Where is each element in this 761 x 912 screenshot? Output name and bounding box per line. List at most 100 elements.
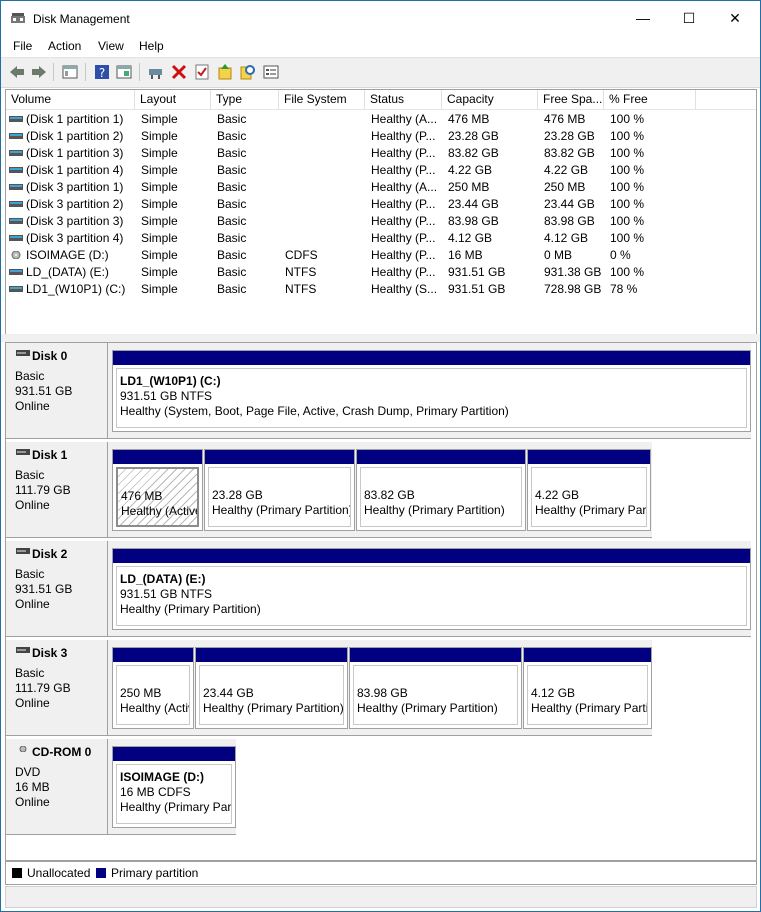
free-space-cell: 250 MB bbox=[544, 180, 586, 194]
settings-icon[interactable] bbox=[262, 63, 280, 81]
column-layout[interactable]: Layout bbox=[135, 90, 211, 109]
menu-help[interactable]: Help bbox=[139, 39, 164, 53]
disk-state: Online bbox=[15, 597, 50, 611]
properties-icon[interactable] bbox=[115, 63, 133, 81]
volume-row[interactable]: (Disk 3 partition 2) Simple Basic Healthy (… bbox=[6, 195, 756, 212]
column-status[interactable]: Status bbox=[365, 90, 442, 109]
forward-arrow-icon[interactable] bbox=[30, 63, 48, 81]
file-system-cell: NTFS bbox=[285, 265, 317, 279]
column-type[interactable]: Type bbox=[211, 90, 279, 109]
volume-row[interactable]: ISOIMAGE (D:) Simple Basic CDFS Healthy (P..… bbox=[6, 246, 756, 263]
partition-block[interactable]: LD_(DATA) (E:) 931.51 GB NTFS Healthy (Pri… bbox=[112, 548, 751, 630]
partition-type-bar bbox=[113, 351, 750, 365]
connect-icon[interactable] bbox=[147, 63, 165, 81]
volume-row[interactable]: (Disk 1 partition 3) Simple Basic Healthy (… bbox=[6, 144, 756, 161]
volume-row[interactable]: (Disk 1 partition 4) Simple Basic Healthy (… bbox=[6, 161, 756, 178]
disk-name: Disk 0 bbox=[32, 349, 68, 363]
disk-name: Disk 1 bbox=[32, 448, 68, 462]
file-system-cell bbox=[285, 145, 365, 161]
refresh-icon[interactable] bbox=[216, 63, 234, 81]
legend-label-primary: Primary partition bbox=[111, 866, 199, 880]
toolbar-separator bbox=[139, 63, 140, 81]
partition-type-bar bbox=[113, 747, 235, 761]
partition-block[interactable]: 4.22 GBHealthy (Primary Partition) bbox=[527, 449, 651, 531]
volume-row[interactable]: LD1_(W10P1) (C:) Simple Basic NTFS Healthy (… bbox=[6, 280, 756, 297]
layout-cell: Simple bbox=[141, 163, 178, 177]
partition-block[interactable]: 4.12 GBHealthy (Primary Partition) bbox=[523, 647, 652, 729]
partition-size: 4.12 GB bbox=[531, 686, 576, 700]
disk-label[interactable]: Disk 3 Basic 111.79 GB Online bbox=[6, 640, 108, 736]
volume-name: (Disk 1 partition 1) bbox=[26, 112, 124, 126]
volume-list[interactable]: Volume Layout Type File System Status Ca… bbox=[5, 89, 757, 335]
toolbar: ? bbox=[1, 57, 760, 88]
type-cell: Basic bbox=[217, 112, 247, 126]
partition-block[interactable]: LD1_(W10P1) (C:) 931.51 GB NTFS Healthy (S… bbox=[112, 350, 751, 432]
status-bar bbox=[5, 886, 757, 908]
free-space-cell: 476 MB bbox=[544, 112, 586, 126]
disk-label[interactable]: CD-ROM 0 DVD 16 MB Online bbox=[6, 739, 108, 835]
free-space-cell: 23.44 GB bbox=[544, 197, 595, 211]
title-bar[interactable]: Disk Management — ☐ ✕ bbox=[1, 1, 760, 36]
capacity-cell: 4.22 GB bbox=[448, 163, 493, 177]
partition-type-bar bbox=[524, 648, 651, 662]
volume-row[interactable]: (Disk 3 partition 1) Simple Basic Healthy (… bbox=[6, 178, 756, 195]
maximize-button[interactable]: ☐ bbox=[666, 1, 712, 36]
disk-label[interactable]: Disk 1 Basic 111.79 GB Online bbox=[6, 442, 108, 538]
partition-type-bar bbox=[113, 450, 202, 464]
back-arrow-icon[interactable] bbox=[8, 63, 26, 81]
column-percent-free[interactable]: % Free bbox=[604, 90, 696, 109]
minimize-button[interactable]: — bbox=[620, 1, 666, 36]
partition-content: 23.28 GB Healthy (Primary Partition) bbox=[208, 467, 351, 527]
console-tree-icon[interactable] bbox=[61, 63, 79, 81]
status-cell: Healthy (S... bbox=[371, 282, 438, 296]
volume-row[interactable]: LD_(DATA) (E:) Simple Basic NTFS Healthy (P.… bbox=[6, 263, 756, 280]
volume-row[interactable]: (Disk 3 partition 3) Simple Basic Healthy (… bbox=[6, 212, 756, 229]
free-space-cell: 4.22 GB bbox=[544, 163, 589, 177]
status-cell: Healthy (P... bbox=[371, 129, 436, 143]
partition-content: 83.98 GB Healthy (Primary Partition) bbox=[353, 665, 518, 725]
type-cell: Basic bbox=[217, 248, 247, 262]
column-file-system[interactable]: File System bbox=[279, 90, 365, 109]
layout-cell: Simple bbox=[141, 282, 178, 296]
partition-status: Healthy (Primary Partition) bbox=[212, 503, 351, 517]
partition-block[interactable]: 83.98 GB Healthy (Primary Partition) bbox=[349, 647, 522, 729]
volume-row[interactable]: (Disk 1 partition 1) Simple Basic Healthy (… bbox=[6, 110, 756, 127]
partition-block[interactable]: 250 MBHealthy (Active, Primary Partition… bbox=[112, 647, 194, 729]
volume-row[interactable]: (Disk 1 partition 2) Simple Basic Healthy (… bbox=[6, 127, 756, 144]
menu-file[interactable]: File bbox=[13, 39, 32, 53]
partition-block[interactable]: 23.28 GB Healthy (Primary Partition) bbox=[204, 449, 355, 531]
free-space-cell: 4.12 GB bbox=[544, 231, 589, 245]
file-system-cell bbox=[285, 196, 365, 212]
disk-name: CD-ROM 0 bbox=[32, 745, 92, 759]
help-icon[interactable]: ? bbox=[93, 63, 111, 81]
disk-label[interactable]: Disk 2 Basic 931.51 GB Online bbox=[6, 541, 108, 637]
disk-row: Disk 3 Basic 111.79 GB Online 250 MB Healthy … bbox=[6, 640, 756, 737]
menu-action[interactable]: Action bbox=[48, 39, 81, 53]
partition-block[interactable]: 23.44 GB Healthy (Primary Partition) bbox=[195, 647, 348, 729]
partition-size: 250 MB bbox=[120, 686, 162, 700]
column-capacity[interactable]: Capacity bbox=[442, 90, 538, 109]
disk-label[interactable]: Disk 0 Basic 931.51 GB Online bbox=[6, 343, 108, 439]
layout-cell: Simple bbox=[141, 231, 178, 245]
volume-row[interactable]: (Disk 3 partition 4) Simple Basic Healthy (… bbox=[6, 229, 756, 246]
column-volume[interactable]: Volume bbox=[6, 90, 135, 109]
pane-splitter[interactable] bbox=[1, 334, 760, 342]
partition-block[interactable]: ISOIMAGE (D:) 16 MB CDFS Healthy (Primary … bbox=[112, 746, 236, 828]
check-icon[interactable] bbox=[193, 63, 211, 81]
delete-icon[interactable] bbox=[170, 63, 188, 81]
layout-cell: Simple bbox=[141, 129, 178, 143]
partition-block[interactable]: 476 MBHealthy (Active, Primary Partition… bbox=[112, 449, 203, 531]
partition-area: 250 MBHealthy (Active, Primary Partition… bbox=[108, 640, 652, 736]
partition-icon bbox=[9, 116, 23, 122]
close-button[interactable]: ✕ bbox=[712, 1, 758, 36]
partition-size: 16 MB CDFS bbox=[120, 785, 191, 799]
search-icon[interactable] bbox=[239, 63, 257, 81]
type-cell: Basic bbox=[217, 180, 247, 194]
partition-icon bbox=[9, 218, 23, 224]
column-free-space[interactable]: Free Spa... bbox=[538, 90, 604, 109]
partition-block[interactable]: 83.82 GB Healthy (Primary Partition) bbox=[356, 449, 526, 531]
disk-state: Online bbox=[15, 696, 50, 710]
disk-type: DVD bbox=[15, 765, 41, 779]
menu-view[interactable]: View bbox=[98, 39, 124, 53]
partition-status: Healthy (Primary Partition) bbox=[364, 503, 505, 517]
